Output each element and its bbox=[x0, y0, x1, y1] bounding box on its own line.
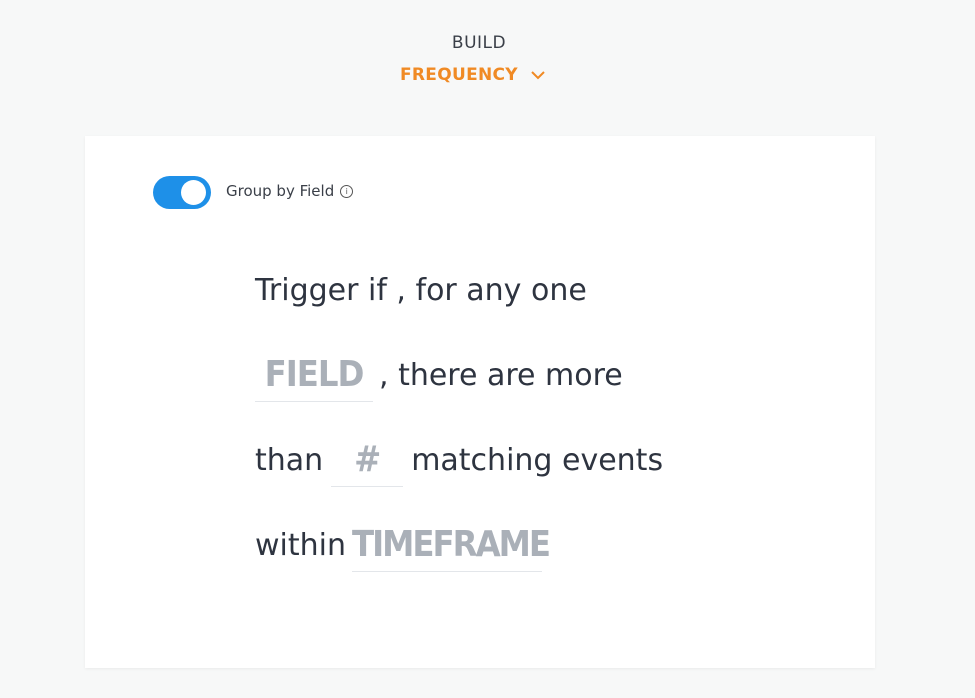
sentence-line-1: Trigger if , for any one bbox=[255, 248, 815, 333]
sentence-text-than: than bbox=[255, 443, 324, 478]
sentence-line-2: FIELD , there are more bbox=[255, 333, 815, 418]
group-by-field-label: Group by Field i bbox=[226, 182, 354, 200]
sentence-text-matching-events: matching events bbox=[411, 443, 664, 478]
toggle-knob bbox=[181, 180, 206, 205]
frequency-dropdown[interactable]: FREQUENCY bbox=[400, 62, 546, 88]
group-by-field-toggle[interactable] bbox=[153, 176, 211, 209]
sentence-text-trigger: Trigger if , for any one bbox=[255, 273, 587, 308]
sentence-text-within: within bbox=[255, 528, 346, 563]
sentence-text-there-are-more: , there are more bbox=[379, 358, 623, 393]
header: BUILD FREQUENCY bbox=[0, 0, 975, 120]
chevron-down-icon bbox=[531, 71, 545, 80]
rule-card: Group by Field i Trigger if , for any on… bbox=[85, 136, 875, 668]
sentence-line-3: than # matching events bbox=[255, 418, 815, 503]
group-by-field-text: Group by Field bbox=[226, 182, 335, 200]
count-input[interactable]: # bbox=[331, 435, 404, 487]
timeframe-select[interactable]: TIMEFRAME bbox=[352, 520, 551, 572]
field-select[interactable]: FIELD bbox=[255, 350, 373, 402]
sentence-line-4: within TIMEFRAME bbox=[255, 503, 815, 588]
trigger-sentence: Trigger if , for any one FIELD , there a… bbox=[255, 248, 815, 588]
frequency-label: FREQUENCY bbox=[400, 65, 518, 85]
info-icon[interactable]: i bbox=[340, 184, 354, 198]
build-label: BUILD bbox=[451, 33, 507, 53]
